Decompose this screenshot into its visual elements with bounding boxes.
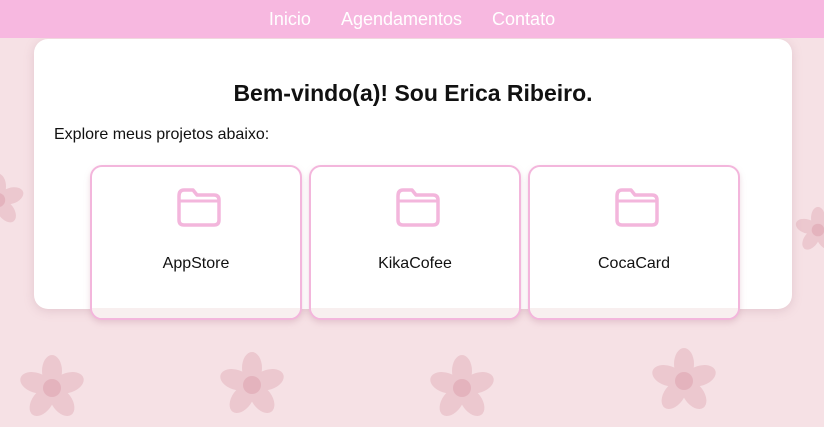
projects-intro: Explore meus projetos abaixo: <box>54 126 270 143</box>
folder-icon <box>615 188 659 227</box>
nav-item-agendamentos[interactable]: Agendamentos <box>341 9 462 30</box>
project-card-appstore[interactable]: AppStore <box>90 165 302 320</box>
folder-icon <box>177 188 221 227</box>
top-navigation: Inicio Agendamentos Contato <box>0 0 824 38</box>
project-label: CocaCard <box>597 255 671 272</box>
project-card-cocacard[interactable]: CocaCard <box>528 165 740 320</box>
project-list: AppStore KikaCofee CocaCard <box>90 165 740 320</box>
folder-icon <box>396 188 440 227</box>
project-label: KikaCofee <box>378 255 452 272</box>
page-title: Bem-vindo(a)! Sou Erica Ribeiro. <box>233 80 593 106</box>
nav-item-contato[interactable]: Contato <box>492 9 555 30</box>
project-label: AppStore <box>162 255 230 272</box>
project-card-kikacofee[interactable]: KikaCofee <box>309 165 521 320</box>
nav-item-inicio[interactable]: Inicio <box>269 9 311 30</box>
